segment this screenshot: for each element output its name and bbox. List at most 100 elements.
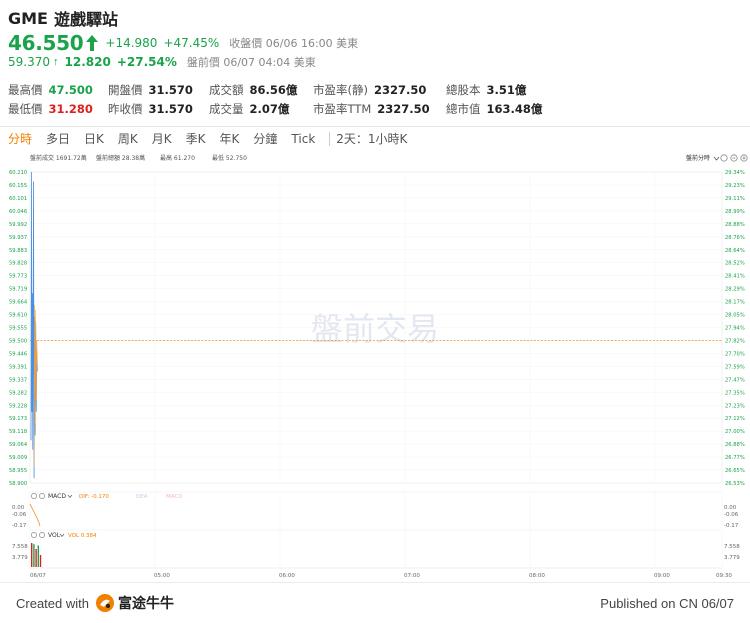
macd-panel: MACD DIF: -0.170 DEA MACD 0.00 -0.06 -0.…	[12, 491, 739, 529]
tab-quarterly-k[interactable]: 季K	[186, 129, 206, 149]
stat-value: 2327.50	[373, 82, 427, 97]
tab-separator	[329, 132, 331, 146]
y-tick-label-pct: 27.82%	[725, 338, 745, 344]
y-tick-label-pct: 29.11%	[725, 196, 745, 202]
volume-bar	[33, 544, 35, 567]
stat-volume: 成交量 2.07億	[209, 101, 313, 117]
y-tick-label-pct: 28.05%	[725, 313, 745, 319]
published-date: Published on CN 06/07	[600, 595, 734, 611]
x-tick-label: 06/07	[30, 573, 46, 579]
settings-icon[interactable]	[31, 493, 37, 499]
stats-grid: 最高價 47.500 開盤價 31.570 成交額 86.56億 市盈率(静) …	[8, 80, 742, 118]
up-arrow-icon	[86, 35, 99, 51]
y-tick-label: 60.155	[9, 183, 27, 189]
tab-2day-1h-k[interactable]: 2天：1小時K	[336, 129, 407, 149]
stat-value: 3.51億	[486, 82, 527, 97]
brand-logo[interactable]: 富途牛牛	[95, 593, 174, 613]
tab-tick[interactable]: Tick	[291, 129, 315, 149]
stat-label: 成交額	[209, 82, 244, 97]
stat-market-cap: 總市值 163.48億	[446, 101, 566, 117]
chevron-down-icon	[713, 156, 720, 161]
tab-minute[interactable]: 分鐘	[253, 129, 277, 149]
stat-low: 最低價 31.280	[8, 101, 108, 117]
tab-daily-k[interactable]: 日K	[84, 129, 104, 149]
tab-intraday[interactable]: 分時	[8, 129, 32, 149]
vol-tick: 7.558	[724, 544, 740, 550]
y-tick-label-pct: 27.47%	[725, 377, 745, 383]
macd-dif: DIF: -0.170	[79, 494, 109, 500]
y-tick-label-pct: 27.12%	[725, 416, 745, 422]
ticker-name: 遊戲驛站	[53, 10, 118, 29]
y-tick-label-pct: 28.76%	[725, 235, 745, 241]
y-tick-label-pct: 28.88%	[725, 222, 745, 228]
price-chart[interactable]: 盤前成交 1691.72萬 盤前總額 28.38萬 最高 61.270 最低 5…	[0, 150, 750, 582]
premarket-price: 59.370	[8, 55, 50, 69]
stat-label: 成交量	[209, 101, 244, 116]
y-tick-label-pct: 29.34%	[725, 170, 745, 176]
stat-value: 163.48億	[486, 101, 543, 116]
stat-label: 市盈率TTM	[313, 101, 372, 116]
y-tick-label: 59.446	[9, 351, 27, 357]
x-axis-labels: 06/07 05:00 06:00 07:00 08:00 09:00 09:30	[30, 573, 732, 579]
close-icon[interactable]	[39, 493, 45, 499]
y-tick-label-pct: 27.00%	[725, 429, 745, 435]
tab-multi-day[interactable]: 多日	[46, 129, 70, 149]
y-tick-label-pct: 27.70%	[725, 351, 745, 357]
x-tick-label: 06:00	[279, 573, 295, 579]
stat-value: 31.570	[148, 82, 193, 97]
price-row: 46.550 +14.980 +47.45% 收盤價 06/06 16:00 美…	[8, 31, 358, 55]
tab-weekly-k[interactable]: 周K	[118, 129, 138, 149]
y-tick-label-pct: 26.65%	[725, 468, 745, 474]
y-tick-label-pct: 26.77%	[725, 455, 745, 461]
up-arrow-icon: ↑	[53, 56, 59, 68]
y-tick-label: 59.719	[9, 287, 27, 293]
y-tick-label: 59.228	[9, 403, 27, 409]
close-time-label: 收盤價 06/06 16:00 美東	[229, 37, 359, 50]
stat-high: 最高價 47.500	[8, 82, 108, 98]
stat-value: 2327.50	[377, 101, 430, 116]
y-tick-label: 59.064	[9, 442, 28, 448]
y-tick-label: 59.009	[9, 455, 27, 461]
y-tick-label: 60.046	[9, 209, 27, 215]
y-tick-label: 59.555	[9, 326, 27, 332]
y-tick-label: 59.282	[9, 390, 27, 396]
ticker-symbol: GME	[8, 8, 48, 28]
close-icon[interactable]	[39, 532, 45, 538]
tab-yearly-k[interactable]: 年K	[220, 129, 240, 149]
macd-dea: DEA	[136, 494, 148, 500]
chart-tabs: 分時 多日 日K 周K 月K 季K 年K 分鐘 Tick 2天：1小時K	[8, 128, 421, 150]
y-tick-label-pct: 27.23%	[725, 403, 745, 409]
y-tick-label: 58.900	[9, 481, 27, 487]
premarket-time-label: 盤前價 06/07 04:04 美東	[186, 56, 316, 69]
y-tick-label-pct: 28.41%	[725, 274, 745, 280]
settings-icon[interactable]	[31, 532, 37, 538]
y-tick-label: 59.883	[9, 248, 27, 254]
stat-turnover: 成交額 86.56億	[209, 82, 313, 98]
y-tick-label: 59.937	[9, 235, 27, 241]
tab-monthly-k[interactable]: 月K	[152, 129, 172, 149]
y-tick-label-pct: 28.99%	[725, 209, 745, 215]
stat-value: 2.07億	[249, 101, 290, 116]
stat-label: 昨收價	[108, 101, 143, 116]
premarket-row: 59.370 ↑ 12.820 +27.54% 盤前價 06/07 04:04 …	[8, 54, 316, 70]
stats-row: 最低價 31.280 昨收價 31.570 成交量 2.07億 市盈率TTM 2…	[8, 99, 742, 118]
price-change: +14.980	[105, 36, 158, 50]
y-tick-label-pct: 27.35%	[725, 390, 745, 396]
macd-tick: -0.06	[724, 512, 739, 518]
y-tick-label: 59.118	[9, 429, 27, 435]
y-tick-label: 60.101	[9, 196, 27, 202]
chevron-down-icon[interactable]	[67, 494, 73, 499]
stat-label: 最低價	[8, 101, 43, 116]
y-tick-label: 59.773	[9, 274, 27, 280]
settings-icon[interactable]	[720, 154, 728, 162]
watermark: 盤前交易	[311, 310, 439, 348]
y-tick-label-pct: 28.29%	[725, 287, 745, 293]
chevron-down-icon[interactable]	[59, 533, 65, 538]
vol-value: VOL 0.384	[68, 533, 97, 539]
stat-label: 總市值	[446, 101, 481, 116]
y-tick-label: 58.955	[9, 468, 27, 474]
chart-mode-select[interactable]: 盤前分時	[686, 154, 710, 162]
x-tick-label: 07:00	[404, 573, 420, 579]
stat-label: 開盤價	[108, 82, 143, 97]
created-with-label: Created with	[16, 595, 89, 611]
